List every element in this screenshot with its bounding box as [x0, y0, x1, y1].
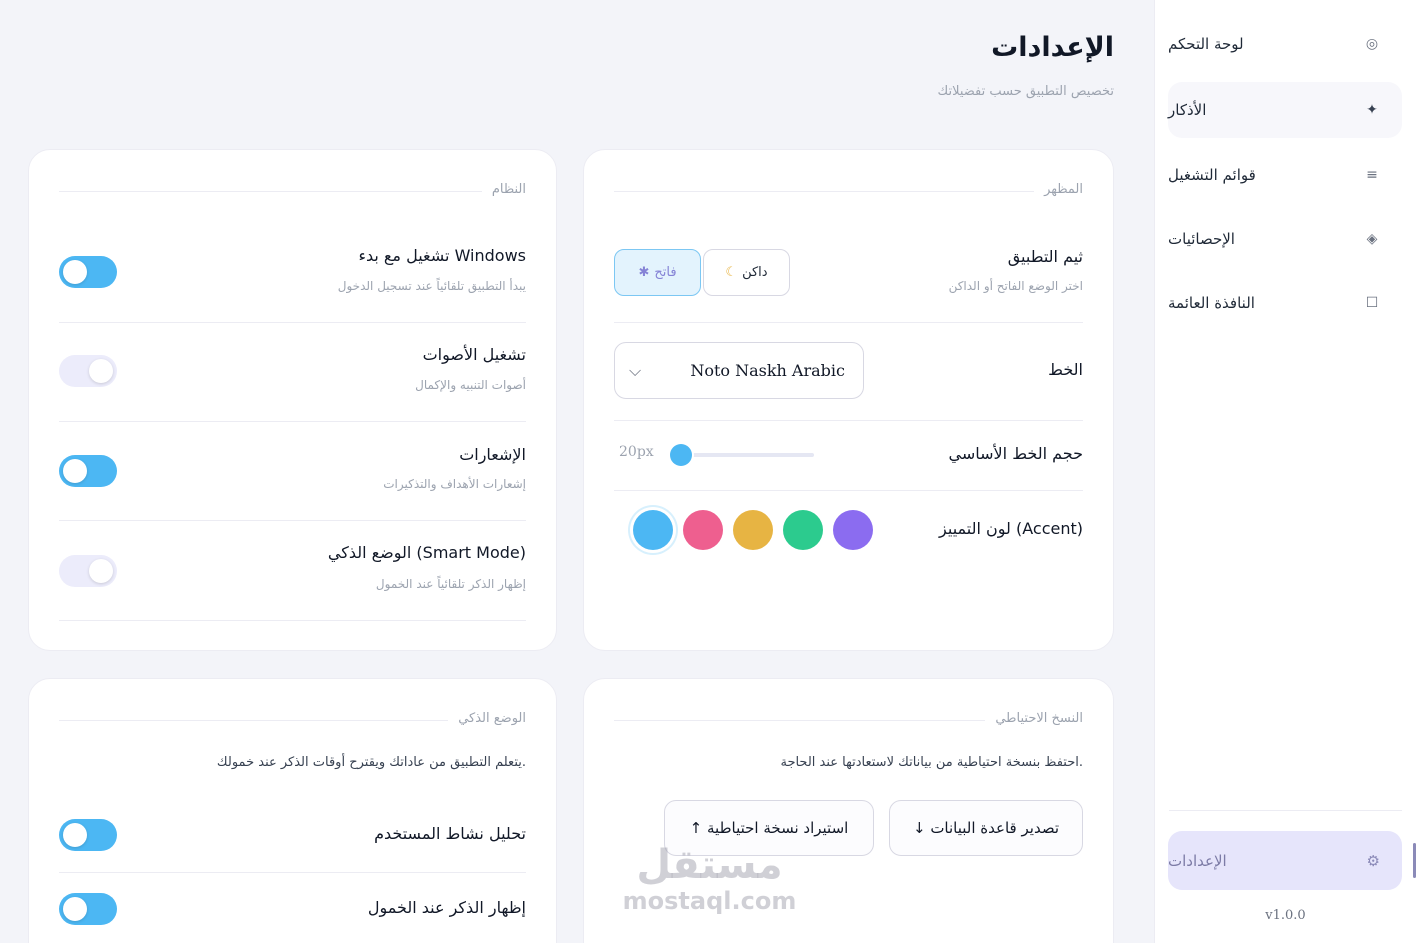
startup-desc: يبدأ التطبيق تلقائياً عند تسجيل الدخول — [337, 279, 526, 293]
row-divider — [614, 420, 1083, 421]
backup-card: النسخ الاحتياطي احتفظ بنسخة احتياطية من … — [583, 678, 1114, 943]
accent-label: لون التمييز (Accent) — [939, 519, 1083, 538]
startup-toggle[interactable] — [59, 256, 117, 288]
sidebar-item-label: لوحة التحكم — [1168, 35, 1244, 53]
font-size-value: 20px — [619, 444, 654, 460]
sidebar-item-dashboard[interactable]: ◎ لوحة التحكم — [1168, 16, 1402, 72]
row-divider — [59, 322, 526, 323]
sounds-toggle[interactable] — [59, 355, 117, 387]
card-title-line — [59, 191, 526, 192]
row-divider — [59, 872, 526, 873]
gear-icon: ⚙ — [1366, 851, 1380, 870]
toggle-knob — [63, 897, 87, 921]
row-divider — [614, 322, 1083, 323]
sounds-desc: أصوات التنبيه والإكمال — [415, 378, 526, 392]
activity-analysis-label: تحليل نشاط المستخدم — [374, 824, 526, 843]
sidebar-item-label: قوائم التشغيل — [1168, 166, 1256, 184]
smart-mode-card: الوضع الذكي يتعلم التطبيق من عاداتك ويقت… — [28, 678, 557, 943]
sidebar-item-playlists[interactable]: ≡ قوائم التشغيل — [1168, 147, 1402, 203]
toggle-knob — [89, 359, 113, 383]
appearance-card: المظهر ثيم التطبيق اختر الوضع الفاتح أو … — [583, 149, 1114, 651]
theme-dark-label: داكن — [742, 265, 768, 280]
theme-light-button[interactable]: ✱ فاتح — [614, 249, 701, 296]
accent-swatch[interactable] — [683, 510, 723, 550]
app-version: v1.0.0 — [1265, 908, 1306, 923]
card-title: النظام — [481, 182, 526, 197]
row-divider — [59, 620, 526, 621]
sounds-label: تشغيل الأصوات — [422, 345, 526, 364]
font-size-label: حجم الخط الأساسي — [948, 444, 1083, 463]
page-title: الإعدادات — [991, 32, 1114, 63]
idle-dhikr-toggle[interactable] — [59, 893, 117, 925]
import-backup-button[interactable]: ↑ استيراد نسخة احتياطية — [664, 800, 874, 856]
toggle-knob — [63, 823, 87, 847]
activity-analysis-toggle[interactable] — [59, 819, 117, 851]
notifications-toggle[interactable] — [59, 455, 117, 487]
card-title: الوضع الذكي — [448, 711, 526, 726]
sidebar-item-adhkar[interactable]: ✦ الأذكار — [1168, 82, 1402, 138]
system-card: النظام تشغيل مع بدء Windows يبدأ التطبيق… — [28, 149, 557, 651]
theme-dark-button[interactable]: ☾ داكن — [703, 249, 790, 296]
sidebar-item-label: الأذكار — [1168, 101, 1207, 119]
card-title: المظهر — [1034, 182, 1083, 197]
list-icon: ≡ — [1366, 167, 1378, 183]
smart-mode-desc: يتعلم التطبيق من عاداتك ويقترح أوقات الذ… — [216, 755, 526, 770]
row-divider — [614, 490, 1083, 491]
sidebar: ◎ لوحة التحكم ✦ الأذكار ≡ قوائم التشغيل … — [1154, 0, 1416, 943]
sun-icon: ✱ — [638, 265, 650, 280]
theme-label: ثيم التطبيق — [1007, 247, 1083, 266]
theme-desc: اختر الوضع الفاتح أو الداكن — [948, 279, 1083, 293]
toggle-knob — [89, 559, 113, 583]
font-select[interactable]: ⌵ Noto Naskh Arabic — [614, 342, 864, 399]
idle-dhikr-label: إظهار الذكر عند الخمول — [367, 898, 526, 917]
sidebar-item-floating-window[interactable]: ☐ النافذة العائمة — [1168, 275, 1402, 331]
export-database-button[interactable]: ↓ تصدير قاعدة البيانات — [889, 800, 1083, 856]
theme-switch: ✱ فاتح ☾ داكن — [614, 249, 790, 296]
accent-swatch[interactable] — [783, 510, 823, 550]
window-icon: ☐ — [1365, 295, 1379, 311]
font-size-slider[interactable] — [670, 444, 814, 466]
sidebar-item-settings[interactable]: ⚙ الإعدادات — [1168, 831, 1416, 890]
row-divider — [59, 520, 526, 521]
toggle-knob — [63, 260, 87, 284]
row-divider — [59, 421, 526, 422]
sidebar-item-label: الإحصائيات — [1168, 230, 1235, 248]
accent-swatch[interactable] — [633, 510, 673, 550]
backup-desc: احتفظ بنسخة احتياطية من بياناتك لاستعادت… — [780, 755, 1083, 770]
toggle-knob — [63, 459, 87, 483]
sidebar-item-statistics[interactable]: ◈ الإحصائيات — [1168, 211, 1402, 267]
slider-thumb[interactable] — [670, 444, 692, 466]
sidebar-item-label: الإعدادات — [1168, 851, 1227, 870]
smart-mode-toggle[interactable] — [59, 555, 117, 587]
card-title: النسخ الاحتياطي — [985, 711, 1083, 726]
sidebar-item-label: النافذة العائمة — [1168, 294, 1255, 312]
accent-swatch[interactable] — [733, 510, 773, 550]
theme-light-label: فاتح — [654, 265, 677, 280]
moon-icon: ☾ — [725, 265, 738, 280]
sidebar-divider — [1169, 810, 1402, 811]
startup-label: تشغيل مع بدء Windows — [358, 246, 526, 265]
card-title-line — [614, 191, 1083, 192]
smart-mode-label: الوضع الذكي (Smart Mode) — [327, 543, 526, 562]
smart-mode-desc: إظهار الذكر تلقائياً عند الخمول — [375, 577, 526, 591]
font-label: الخط — [1048, 360, 1083, 379]
page-subtitle: تخصيص التطبيق حسب تفضيلاتك — [937, 84, 1115, 99]
font-select-value: Noto Naskh Arabic — [690, 361, 845, 380]
chevron-down-icon: ⌵ — [629, 360, 642, 380]
diamond-icon: ◈ — [1366, 231, 1378, 247]
accent-swatch[interactable] — [833, 510, 873, 550]
notifications-label: الإشعارات — [459, 445, 526, 464]
sparkle-icon: ✦ — [1366, 102, 1378, 118]
notifications-desc: إشعارات الأهداف والتذكيرات — [383, 477, 526, 491]
target-icon: ◎ — [1365, 36, 1379, 52]
